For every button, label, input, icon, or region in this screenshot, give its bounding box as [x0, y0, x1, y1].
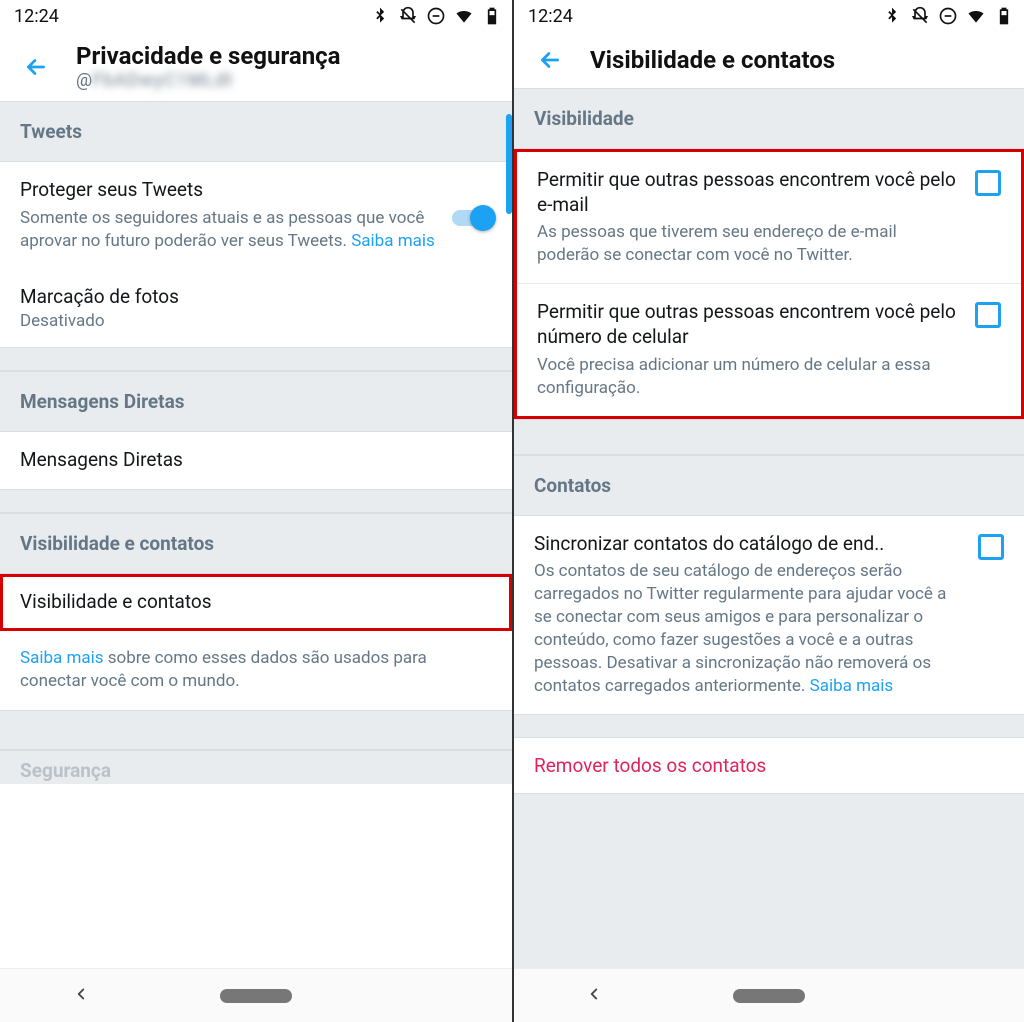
section-gap — [514, 419, 1024, 455]
arrow-left-icon — [537, 47, 563, 73]
section-tweets: Tweets — [0, 101, 512, 162]
battery-icon — [994, 6, 1014, 26]
info-visibility: Saiba mais sobre como esses dados são us… — [0, 631, 512, 711]
bluetooth-icon — [370, 6, 390, 26]
chevron-left-icon — [72, 985, 90, 1003]
find-phone-label: Permitir que outras pessoas encontrem vo… — [537, 300, 959, 349]
row-visibility-contacts[interactable]: Visibilidade e contatos — [0, 574, 512, 631]
battery-icon — [482, 6, 502, 26]
status-icons — [370, 6, 502, 26]
page-title: Privacidade e segurança — [76, 42, 341, 70]
sync-label: Sincronizar contatos do catálogo de end.… — [534, 532, 962, 557]
bottom-gap — [514, 793, 1024, 968]
wifi-icon — [966, 6, 986, 26]
find-email-desc: As pessoas que tiverem seu endereço de e… — [537, 221, 959, 267]
screen-privacy: 12:24 Privacidade e segurança @FbADwyC1M… — [0, 0, 512, 1022]
nav-home-pill[interactable] — [733, 989, 805, 1003]
back-button[interactable] — [18, 49, 54, 85]
row-find-by-email[interactable]: Permitir que outras pessoas encontrem vo… — [517, 152, 1021, 284]
status-bar: 12:24 — [514, 0, 1024, 32]
section-visibility-contacts: Visibilidade e contatos — [0, 513, 512, 574]
page-title: Visibilidade e contatos — [590, 46, 835, 74]
screen-visibility: 12:24 Visibilidade e contatos Visibilida… — [512, 0, 1024, 1022]
arrow-left-icon — [23, 54, 49, 80]
tagging-status: Desativado — [20, 311, 492, 331]
section-visibility: Visibilidade — [514, 88, 1024, 149]
back-button[interactable] — [532, 42, 568, 78]
row-sync-contacts[interactable]: Sincronizar contatos do catálogo de end.… — [514, 516, 1024, 714]
section-security-peek: Segurança — [0, 750, 512, 784]
find-phone-desc: Você precisa adicionar um número de celu… — [537, 354, 959, 400]
section-gap — [0, 347, 512, 371]
nav-back-button[interactable] — [585, 985, 603, 1007]
bluetooth-icon — [882, 6, 902, 26]
highlight-discoverability: Permitir que outras pessoas encontrem vo… — [514, 149, 1024, 419]
section-contacts: Contatos — [514, 455, 1024, 516]
app-bar: Visibilidade e contatos — [514, 32, 1024, 88]
dnd-icon — [910, 6, 930, 26]
nav-back-button[interactable] — [72, 985, 90, 1007]
learn-more-link[interactable]: Saiba mais — [351, 231, 435, 251]
learn-more-link[interactable]: Saiba mais — [810, 676, 894, 696]
find-email-checkbox[interactable] — [975, 170, 1001, 196]
dnd-icon — [398, 6, 418, 26]
tagging-label: Marcação de fotos — [20, 285, 492, 310]
account-handle: @FbADwyC1MLdt — [76, 70, 341, 91]
find-email-label: Permitir que outras pessoas encontrem vo… — [537, 168, 959, 217]
wifi-icon — [454, 6, 474, 26]
row-photo-tagging[interactable]: Marcação de fotos Desativado — [0, 269, 512, 348]
sync-checkbox[interactable] — [978, 534, 1004, 560]
dnd-circle-icon — [938, 6, 958, 26]
section-gap — [0, 710, 512, 750]
status-bar: 12:24 — [0, 0, 512, 32]
find-phone-checkbox[interactable] — [975, 302, 1001, 328]
nav-bar — [0, 968, 512, 1022]
sync-desc: Os contatos de seu catálogo de endereços… — [534, 560, 962, 698]
section-gap — [0, 489, 512, 513]
protect-desc: Somente os seguidores atuais e as pessoa… — [20, 207, 436, 253]
chevron-left-icon — [585, 985, 603, 1003]
protect-label: Proteger seus Tweets — [20, 178, 436, 203]
app-bar: Privacidade e segurança @FbADwyC1MLdt — [0, 32, 512, 101]
remove-contacts-label: Remover todos os contatos — [534, 754, 1004, 777]
row-remove-contacts[interactable]: Remover todos os contatos — [514, 738, 1024, 793]
row-dm[interactable]: Mensagens Diretas — [0, 432, 512, 489]
learn-more-link[interactable]: Saiba mais — [20, 648, 104, 668]
protect-toggle[interactable] — [452, 210, 492, 226]
vc-label: Visibilidade e contatos — [20, 590, 252, 615]
section-dm: Mensagens Diretas — [0, 371, 512, 432]
status-icons — [882, 6, 1014, 26]
nav-bar — [514, 968, 1024, 1022]
status-time: 12:24 — [14, 6, 59, 27]
status-time: 12:24 — [528, 6, 573, 27]
section-gap — [514, 714, 1024, 738]
dnd-circle-icon — [426, 6, 446, 26]
dm-label: Mensagens Diretas — [20, 448, 492, 473]
row-find-by-phone[interactable]: Permitir que outras pessoas encontrem vo… — [517, 284, 1021, 415]
row-protect-tweets[interactable]: Proteger seus Tweets Somente os seguidor… — [0, 162, 512, 269]
nav-home-pill[interactable] — [220, 989, 292, 1003]
